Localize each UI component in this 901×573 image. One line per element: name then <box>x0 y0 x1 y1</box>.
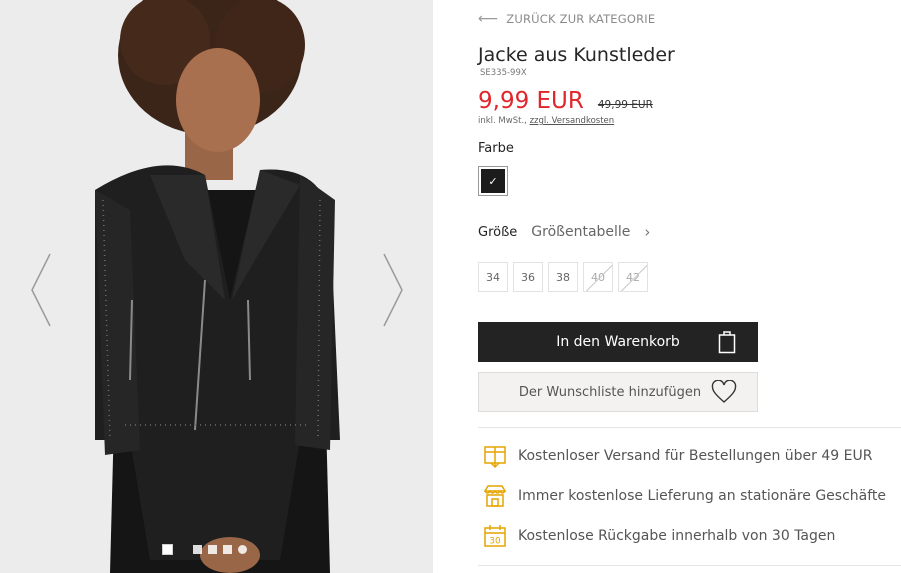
gallery-prev-button[interactable] <box>26 250 56 330</box>
product-image-gallery <box>0 0 433 573</box>
benefit-text: Kostenloser Versand für Bestellungen übe… <box>518 448 873 464</box>
size-label: Größe <box>478 224 518 240</box>
add-to-wishlist-label: Der Wunschliste hinzufügen <box>518 384 702 400</box>
shopping-bag-icon <box>718 331 736 354</box>
current-price: 9,99 EUR <box>478 88 584 114</box>
vat-prefix: inkl. MwSt., <box>478 116 527 126</box>
shipping-costs-link[interactable]: zzgl. Versandkosten <box>530 116 615 126</box>
product-photo <box>0 0 433 573</box>
gallery-dot[interactable] <box>193 545 202 554</box>
gallery-next-button[interactable] <box>378 250 408 330</box>
gallery-dot[interactable] <box>162 544 173 555</box>
back-label: ZURÜCK ZUR KATEGORIE <box>506 12 656 26</box>
add-to-wishlist-button[interactable]: Der Wunschliste hinzufügen <box>478 372 758 412</box>
chevron-right-icon: › <box>644 223 651 241</box>
size-options: 34 36 38 40 42 <box>478 262 648 292</box>
benefit-text: Kostenlose Rückgabe innerhalb von 30 Tag… <box>518 528 836 544</box>
price-row: 9,99 EUR 49,99 EUR <box>478 88 653 114</box>
benefit-text: Immer kostenlose Lieferung an stationäre… <box>518 488 887 504</box>
divider <box>478 565 901 566</box>
product-sku: SE335-99X <box>480 68 527 78</box>
gallery-dot[interactable] <box>208 545 217 554</box>
add-to-cart-label: In den Warenkorb <box>556 334 680 350</box>
size-option-40[interactable]: 40 <box>583 262 613 292</box>
svg-text:30: 30 <box>489 537 501 547</box>
checkmark-icon: ✓ <box>481 169 505 193</box>
arrow-left-icon: ⟵ <box>478 11 499 27</box>
benefit-store-delivery: Immer kostenlose Lieferung an stationäre… <box>482 483 886 509</box>
vat-note: inkl. MwSt., zzgl. Versandkosten <box>478 116 614 126</box>
gallery-dot[interactable] <box>238 545 247 554</box>
size-chart-label: Größentabelle <box>531 224 631 240</box>
add-to-cart-button[interactable]: In den Warenkorb <box>478 322 758 362</box>
color-swatch-black[interactable]: ✓ <box>478 166 508 196</box>
gallery-dot[interactable] <box>223 545 232 554</box>
benefit-free-shipping: Kostenloser Versand für Bestellungen übe… <box>482 443 872 469</box>
shipping-box-icon <box>484 446 506 469</box>
chevron-right-icon <box>383 253 403 327</box>
back-to-category-link[interactable]: ⟵ ZURÜCK ZUR KATEGORIE <box>478 11 655 27</box>
chevron-left-icon <box>31 253 51 327</box>
size-option-38[interactable]: 38 <box>548 262 578 292</box>
store-icon <box>483 485 507 507</box>
size-header: Größe Größentabelle › <box>478 223 650 241</box>
size-option-42[interactable]: 42 <box>618 262 648 292</box>
old-price: 49,99 EUR <box>597 99 653 111</box>
size-option-36[interactable]: 36 <box>513 262 543 292</box>
divider <box>478 427 901 428</box>
calendar-30-icon: 30 <box>484 525 506 547</box>
color-label: Farbe <box>478 141 514 156</box>
heart-icon <box>711 380 737 403</box>
size-chart-link[interactable]: Größentabelle › <box>531 223 650 241</box>
benefit-free-returns: 30 Kostenlose Rückgabe innerhalb von 30 … <box>482 523 835 549</box>
product-title: Jacke aus Kunstleder <box>478 44 675 66</box>
size-option-34[interactable]: 34 <box>478 262 508 292</box>
gallery-pagination <box>162 544 247 555</box>
